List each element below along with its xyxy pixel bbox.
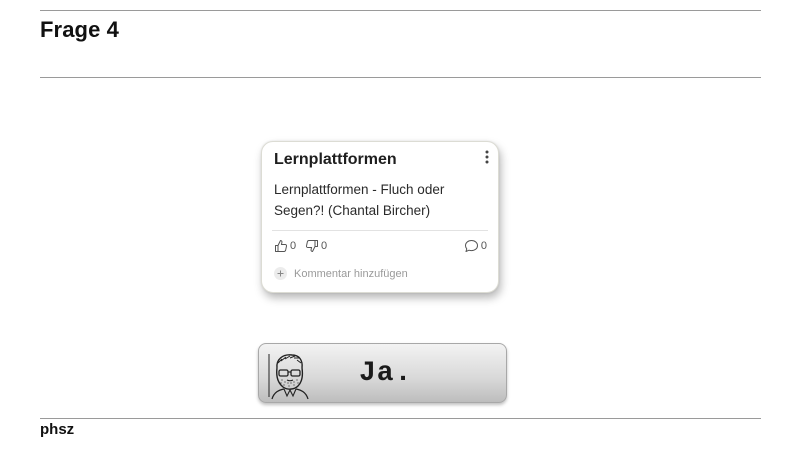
footer-divider (40, 418, 761, 419)
card-title: Lernplattformen (274, 151, 397, 168)
sketch-avatar-icon (268, 354, 309, 400)
footer-label: phsz (40, 421, 75, 438)
dislike-button[interactable]: 0 (305, 239, 327, 253)
more-vertical-icon[interactable] (485, 150, 489, 164)
add-comment-button[interactable]: Kommentar hinzufügen (274, 267, 408, 280)
post-card: Lernplattformen Lernplattformen - Fluch … (261, 141, 499, 293)
like-count: 0 (290, 240, 297, 252)
card-divider (272, 230, 488, 231)
top-divider (40, 10, 761, 11)
answer-label: Ja. (359, 358, 413, 389)
title-divider (40, 77, 761, 78)
comment-count: 0 (480, 240, 487, 252)
dislike-count: 0 (321, 240, 328, 252)
slide-title: Frage 4 (40, 17, 119, 42)
like-button[interactable]: 0 (274, 239, 296, 253)
thumbs-down-icon (305, 240, 318, 252)
plus-icon (274, 267, 287, 280)
add-comment-label: Kommentar hinzufügen (294, 267, 408, 280)
thumbs-up-icon (275, 240, 288, 252)
card-body-text: Lernplattformen - Fluch oder Segen?! (Ch… (274, 182, 445, 218)
answer-ja-button[interactable]: Ja. (258, 343, 507, 403)
comments-button[interactable]: 0 (464, 239, 487, 253)
comment-bubble-icon (464, 240, 478, 252)
